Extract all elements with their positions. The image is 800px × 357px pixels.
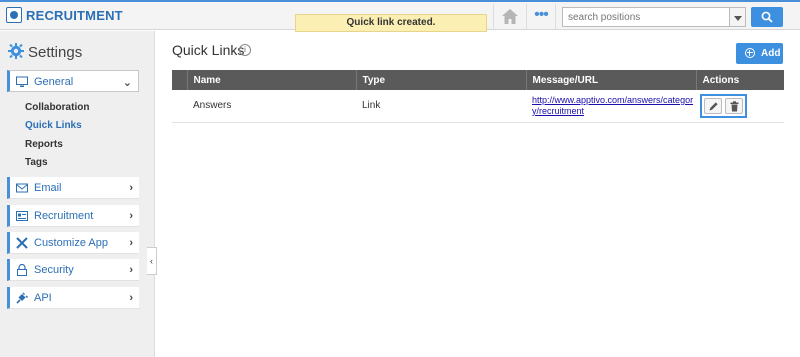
quick-links-table: Name Type Message/URL Actions Answers Li… (172, 70, 784, 123)
sidebar-item-customize-app[interactable]: Customize App › (7, 232, 139, 254)
page-title: Quick Links (172, 42, 245, 58)
delete-button[interactable] (724, 97, 743, 114)
chevron-right-icon: › (129, 292, 133, 304)
cell-actions (696, 90, 784, 123)
quick-link-url[interactable]: http://www.apptivo.com/answers/category/… (532, 95, 694, 117)
sidebar-item-label: Recruitment (34, 210, 94, 222)
trash-icon (730, 101, 739, 112)
lock-icon (17, 264, 27, 276)
search-icon (761, 11, 773, 23)
table-row: Answers Link http://www.apptivo.com/answ… (172, 90, 784, 123)
table-header-spacer (172, 70, 187, 90)
plus-circle-icon (745, 48, 755, 58)
cell-url: http://www.apptivo.com/answers/category/… (526, 90, 696, 123)
tools-icon (16, 237, 28, 249)
cell-name: Answers (187, 90, 356, 123)
more-apps-button[interactable]: ••• (526, 4, 556, 30)
chevron-right-icon: › (129, 182, 133, 194)
sidebar-collapse-button[interactable]: ‹ (147, 247, 157, 275)
chevron-down-icon: ⌄ (122, 77, 132, 89)
sidebar-item-label: Security (34, 264, 74, 276)
settings-heading-label: Settings (28, 44, 83, 61)
sidebar-item-recruitment[interactable]: Recruitment › (7, 205, 139, 227)
chevron-right-icon: › (129, 210, 133, 222)
sidebar-item-label: Email (34, 182, 62, 194)
sidebar-subitem-quick-links[interactable]: Quick Links (25, 120, 82, 131)
table-header-row: Name Type Message/URL Actions (172, 70, 784, 90)
card-icon (16, 211, 28, 221)
plug-icon (16, 292, 28, 304)
sidebar-item-label: General (34, 76, 74, 88)
column-header-name[interactable]: Name (186, 70, 356, 90)
sidebar-item-general[interactable]: General ⌄ (7, 70, 139, 92)
sidebar-subitem-tags[interactable]: Tags (25, 157, 48, 168)
pencil-icon (709, 102, 718, 111)
edit-button[interactable] (704, 97, 722, 114)
sidebar-subitem-collaboration[interactable]: Collaboration (25, 102, 89, 113)
table-cell-spacer (172, 90, 187, 123)
sidebar-subitem-reports[interactable]: Reports (25, 139, 63, 150)
actions-group (700, 93, 747, 118)
sidebar: Settings General ⌄ Collaboration Quick L… (0, 31, 155, 357)
search-dropdown-button[interactable] (730, 7, 746, 27)
add-button-label: Add (761, 48, 781, 59)
column-header-actions: Actions (695, 70, 784, 90)
toast-message: Quick link created. (295, 14, 487, 32)
column-header-type[interactable]: Type (355, 70, 526, 90)
chevron-right-icon: › (129, 237, 133, 249)
sidebar-item-label: API (34, 292, 52, 304)
add-button[interactable]: Add (736, 43, 783, 64)
sidebar-item-email[interactable]: Email › (7, 177, 139, 199)
search-input[interactable] (562, 7, 730, 27)
column-header-message-url[interactable]: Message/URL (525, 70, 696, 90)
chevron-left-icon: ‹ (150, 256, 153, 266)
sidebar-item-label: Customize App (34, 237, 108, 249)
search-button[interactable] (751, 7, 783, 27)
sidebar-item-security[interactable]: Security › (7, 259, 139, 281)
app-title[interactable]: RECRUITMENT (26, 8, 123, 23)
envelope-icon (16, 183, 28, 193)
gear-icon (8, 43, 24, 59)
dots-icon: ••• (534, 6, 549, 23)
home-icon (502, 9, 518, 24)
cell-type: Link (356, 90, 526, 123)
settings-heading: Settings (8, 43, 82, 61)
monitor-icon (16, 76, 28, 87)
app-logo-icon (6, 7, 22, 23)
home-button[interactable] (493, 4, 525, 30)
sidebar-item-api[interactable]: API › (7, 287, 139, 309)
chevron-right-icon: › (129, 264, 133, 276)
info-icon[interactable]: i (239, 44, 251, 56)
